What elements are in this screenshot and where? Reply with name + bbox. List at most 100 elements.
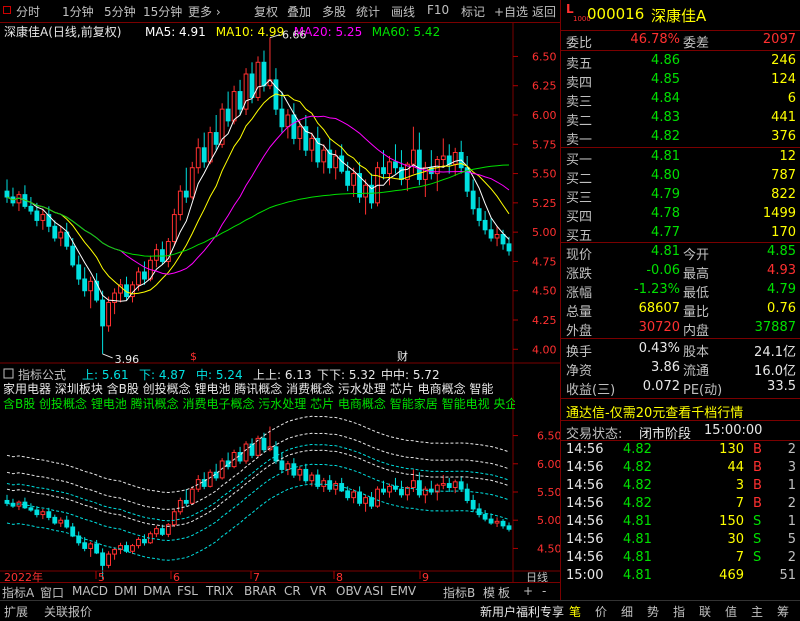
indicator-tab[interactable]: MACD [72,584,108,598]
bid-volume: 1499 [762,206,796,221]
statistics-button[interactable]: 统计 [356,3,380,20]
quote-header: L 1000 000016 深康佳A [560,0,800,30]
ind-candle-body [273,446,279,462]
candle-body [363,184,368,198]
candle-body [213,132,219,145]
candle-body [440,155,446,161]
indicator-tab[interactable]: TRIX [206,584,233,598]
tick-side: B [753,496,762,511]
tick-price: 4.81 [623,550,652,565]
candle-body [470,190,476,210]
tick-side: B [753,442,762,457]
tick-volume: 7 [735,496,744,511]
tick-side: S [753,532,762,547]
indicator-tab[interactable]: CR [284,584,301,598]
indicator-tab[interactable]: ASI [364,584,383,598]
indicator-tab[interactable]: DMI [114,584,137,598]
committee-ratio-label: 委比 [566,36,593,51]
expand-button[interactable]: 扩展 [4,603,28,620]
tab-15min[interactable]: 15分钟 [143,3,182,20]
candle-body [500,233,506,245]
stat-label: 外盘 [566,324,593,339]
stat-value: 33.5 [767,379,796,394]
tick-volume: 130 [719,442,744,457]
draw-line-button[interactable]: 画线 [391,3,415,20]
indicator-tab[interactable]: 窗口 [40,584,64,601]
tick-volume: 150 [719,514,744,529]
candle-body [28,205,34,212]
candle-body [506,243,512,252]
candle-body [291,114,297,139]
indicator-tab[interactable]: 指标B [443,584,475,601]
f10-button[interactable]: F10 [427,3,449,17]
committee-diff-value: 2097 [762,32,796,47]
candle-body [195,147,201,169]
ask-row: 卖一 4.82 376 [561,128,800,148]
indicator-tab[interactable]: - [542,584,546,598]
stat-label: PE(动) [683,383,723,398]
band-mid [6,463,510,542]
trade-status-time: 15:00:00 [704,423,763,438]
kline-chart[interactable]: 6.50 6.25 6.00 5.75 5.50 5.25 5.00 4.75 4.50 4.25… [0,23,561,582]
stat-value: 4.79 [767,282,796,297]
candle-body [136,271,141,286]
bid-volume: 170 [771,225,796,240]
ask-volume: 6 [787,91,796,106]
ask-volume: 376 [771,129,796,144]
stock-code: 000016 [587,5,645,23]
overlay-button[interactable]: 叠加 [287,3,311,20]
candle-body [279,108,285,128]
stat-label: 涨幅 [566,286,593,301]
bid-price: 4.77 [651,225,680,240]
indicator-tab[interactable]: EMV [390,584,416,598]
ind-candle-body [136,538,141,547]
back-button[interactable]: 返回 [532,3,556,20]
indicator-tab[interactable]: + [523,584,533,598]
tab-more[interactable]: 更多 › [188,3,221,20]
stat-label: 总量 [566,305,593,320]
ask-volume: 246 [771,53,796,68]
window-icon[interactable] [3,6,11,14]
ind-candle-body [207,471,213,487]
promo-link[interactable]: 新用户福利专享 [480,603,564,620]
bid-row: 买四 4.78 1499 [561,205,800,225]
indicator-tab[interactable]: 板 [498,584,510,601]
ind-candle-body [482,514,488,520]
tick-count: 1 [787,514,796,529]
indicator-tab[interactable]: 模 [483,584,495,601]
restore-rights-button[interactable]: 复权 [254,3,278,20]
tab-5min[interactable]: 5分钟 [104,3,136,20]
ind-tick-label: 5.50 [537,486,561,499]
tick-row: 14:56 4.82 130 B 2 [561,441,800,460]
price-tick-label: 6.00 [532,109,557,122]
indicator-tab[interactable]: OBV [336,584,362,598]
ind-candle-body [369,497,374,507]
price-tick-label: 4.50 [532,285,557,298]
add-watchlist-button[interactable]: +自选 [494,3,528,20]
stat-value: 0.072 [642,379,680,394]
indicator-tab[interactable]: 指标A [2,584,34,601]
mark-button[interactable]: 标记 [461,3,485,20]
indicator-tab[interactable]: DMA [143,584,171,598]
tab-1min[interactable]: 1分钟 [62,3,94,20]
ind-candle-body [261,437,267,451]
bid-level-label: 买四 [566,210,593,225]
ask-level-label: 卖五 [566,57,593,72]
indicator-tab[interactable]: BRAR [244,584,277,598]
ind-candle-body [183,499,189,504]
main-chart-background [0,23,561,365]
chart-toolbar: 分时 1分钟 5分钟 15分钟 更多 › 复权 叠加 多股 统计 画线 F10 … [0,0,560,23]
tick-volume: 30 [727,532,744,547]
formula-checkbox-icon[interactable] [3,368,14,379]
related-quotes-button[interactable]: 关联报价 [44,603,92,620]
stat2-row: 净资 3.86 流通 16.0亿 [561,359,800,379]
asks-divider [561,50,800,51]
ind-candle-body [40,511,46,516]
multi-stock-button[interactable]: 多股 [322,3,346,20]
indicator-tab[interactable]: VR [310,584,327,598]
ind-candle-body [393,485,398,490]
tab-intraday[interactable]: 分时 [16,3,40,20]
bid-volume: 787 [771,168,796,183]
indicator-tab[interactable]: FSL [177,584,198,598]
period-label: 日线 [526,570,548,582]
